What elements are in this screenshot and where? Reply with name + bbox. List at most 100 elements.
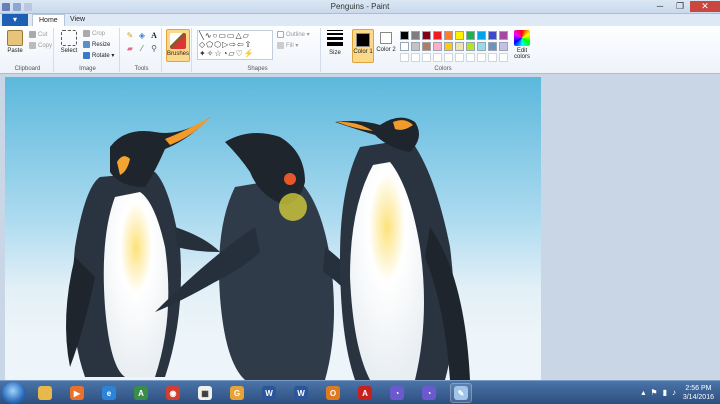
color-picker-icon[interactable]: ⁄: [137, 44, 147, 54]
colors-group: Color 1 Color 2 Edit colors Colors: [350, 28, 536, 72]
outline-icon: [277, 31, 284, 38]
colors-group-label: Colors: [434, 66, 452, 72]
color-swatch[interactable]: [488, 42, 497, 51]
color-swatch[interactable]: [499, 42, 508, 51]
select-button[interactable]: Select: [59, 30, 79, 54]
custom-color-swatch[interactable]: [444, 53, 453, 62]
color-swatch[interactable]: [400, 42, 409, 51]
image-group: Select Crop Resize Rotate ▾ Image: [56, 28, 120, 72]
shapes-group-label: Shapes: [247, 66, 268, 72]
tray-arrow-icon[interactable]: ▴: [641, 388, 645, 397]
clock-date: 3/14/2016: [682, 394, 714, 401]
select-icon: [61, 30, 77, 46]
custom-color-swatch[interactable]: [466, 53, 475, 62]
custom-color-swatch[interactable]: [422, 53, 431, 62]
eraser-icon[interactable]: ▰: [125, 44, 135, 54]
color-swatch[interactable]: [488, 31, 497, 40]
internet-explorer-icon[interactable]: e: [98, 383, 120, 403]
color1-button[interactable]: Color 1: [352, 29, 374, 63]
clock[interactable]: 2:56 PM 3/14/2016: [683, 384, 714, 402]
canvas-area[interactable]: [0, 75, 720, 382]
custom-color-swatch[interactable]: [400, 53, 409, 62]
file-menu-button[interactable]: ▾: [2, 14, 28, 26]
penguins-photo: [5, 77, 541, 380]
color2-button[interactable]: Color 2: [376, 31, 396, 53]
paste-label: Paste: [7, 48, 23, 54]
fill-bucket-icon[interactable]: ◈: [137, 31, 147, 41]
android-studio-icon[interactable]: A: [130, 383, 152, 403]
fill-button[interactable]: Fill ▾: [277, 42, 298, 49]
text-tool-icon[interactable]: A: [149, 31, 159, 41]
copy-icon: [29, 42, 36, 49]
custom-color-swatch[interactable]: [411, 53, 420, 62]
color1-swatch: [356, 33, 370, 47]
custom-color-swatch[interactable]: [433, 53, 442, 62]
color-swatch[interactable]: [455, 42, 464, 51]
media-player-icon[interactable]: ▶: [66, 383, 88, 403]
resize-button[interactable]: Resize: [83, 41, 110, 48]
color-swatch[interactable]: [499, 31, 508, 40]
folder-icon[interactable]: [34, 383, 56, 403]
gmx-icon[interactable]: G: [226, 383, 248, 403]
penguins-image[interactable]: [5, 77, 541, 380]
tab-home[interactable]: Home: [32, 14, 65, 26]
speed-icon-2[interactable]: ◔: [418, 383, 440, 403]
tab-view[interactable]: View: [64, 14, 91, 26]
magnifier-icon[interactable]: ⚲: [149, 44, 159, 54]
paint-icon[interactable]: ✎: [450, 383, 472, 403]
color-swatch[interactable]: [455, 31, 464, 40]
maximize-button[interactable]: ❐: [670, 1, 690, 12]
taskbar: ▶ e A ◉ ▦ G W W O A ◔ ◔ ✎ ▴ ⚑ ▮ ♪ 2:56 PM 3/14/2016: [0, 380, 720, 404]
color-swatch[interactable]: [444, 31, 453, 40]
color-swatch[interactable]: [466, 31, 475, 40]
tools-group-label: Tools: [134, 66, 149, 72]
shapes-gallery[interactable]: ╲∿○▭▭△▱ ◇⬠⬡▷⇨⇦⇧ ✦✧☆◔▱♡⚡: [197, 30, 273, 60]
app-grid-icon[interactable]: ▦: [194, 383, 216, 403]
crop-button[interactable]: Crop: [83, 30, 105, 37]
color-wheel-icon: [514, 30, 530, 46]
clipboard-group-label: Clipboard: [14, 66, 41, 72]
word-icon-2[interactable]: W: [290, 383, 312, 403]
edit-colors-button[interactable]: Edit colors: [510, 30, 534, 60]
color-swatch[interactable]: [411, 31, 420, 40]
color-swatch[interactable]: [422, 42, 431, 51]
word-icon[interactable]: W: [258, 383, 280, 403]
outline-button[interactable]: Outline ▾: [277, 31, 310, 38]
color-swatch[interactable]: [433, 42, 442, 51]
close-button[interactable]: ✕: [690, 1, 720, 12]
custom-color-swatch[interactable]: [499, 53, 508, 62]
color-swatch[interactable]: [477, 42, 486, 51]
size-button[interactable]: Size: [324, 28, 346, 56]
custom-color-swatch[interactable]: [455, 53, 464, 62]
network-icon[interactable]: ▮: [663, 388, 667, 397]
clock-time: 2:56 PM: [685, 385, 712, 392]
outlook-icon[interactable]: O: [322, 383, 344, 403]
volume-icon[interactable]: ♪: [672, 388, 676, 397]
acrobat-icon[interactable]: A: [354, 383, 376, 403]
color-swatch[interactable]: [477, 31, 486, 40]
minimize-button[interactable]: ─: [650, 1, 670, 12]
paste-button[interactable]: Paste: [5, 30, 25, 54]
color-swatch[interactable]: [433, 31, 442, 40]
paste-icon: [7, 30, 23, 46]
pencil-icon[interactable]: ✎: [125, 31, 135, 41]
line-width-icon: [327, 30, 343, 46]
ribbon-tabs: ▾ Home View: [0, 14, 720, 26]
start-button[interactable]: [2, 382, 26, 404]
cut-button[interactable]: Cut: [29, 31, 47, 38]
color-swatch[interactable]: [466, 42, 475, 51]
brushes-button[interactable]: Brushes: [166, 29, 190, 62]
flag-icon[interactable]: ⚑: [650, 388, 657, 397]
tools-group: ✎ ◈ A ▰ ⁄ ⚲ Tools: [122, 28, 162, 72]
color-swatch[interactable]: [444, 42, 453, 51]
custom-color-swatch[interactable]: [477, 53, 486, 62]
rotate-button[interactable]: Rotate ▾: [83, 52, 114, 59]
chrome-icon[interactable]: ◉: [162, 383, 184, 403]
speed-icon[interactable]: ◔: [386, 383, 408, 403]
custom-color-swatch[interactable]: [488, 53, 497, 62]
rotate-icon: [83, 52, 90, 59]
color-swatch[interactable]: [411, 42, 420, 51]
copy-button[interactable]: Copy: [29, 42, 52, 49]
color-swatch[interactable]: [400, 31, 409, 40]
color-swatch[interactable]: [422, 31, 431, 40]
